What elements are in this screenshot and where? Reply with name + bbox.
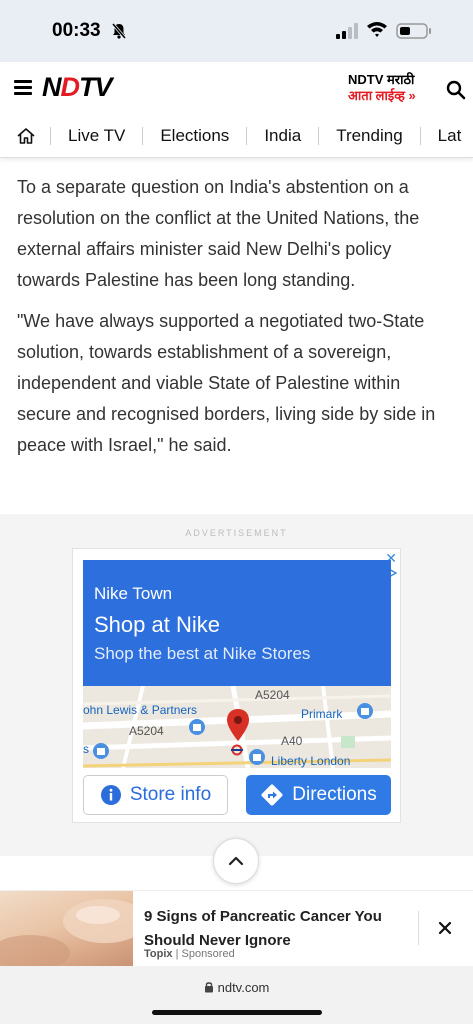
home-indicator <box>152 1010 322 1015</box>
directions-button[interactable]: Directions <box>246 775 391 815</box>
search-icon[interactable] <box>446 80 466 100</box>
directions-icon <box>261 784 283 806</box>
info-icon <box>100 785 121 805</box>
browser-url-bar[interactable]: ndtv.com <box>0 966 473 1024</box>
map-label-john-lewis: ohn Lewis & Partners <box>83 703 198 717</box>
ad-banner[interactable]: Nike Town Shop at Nike Shop the best at … <box>83 560 391 686</box>
nav-trending[interactable]: Trending <box>318 127 419 145</box>
marathi-title: NDTV मराठी <box>348 72 415 87</box>
map-label-primark: Primark <box>301 707 343 721</box>
bell-muted-icon <box>111 23 127 39</box>
site-header: NDTV NDTV मराठी आता लाईव्ह » <box>0 62 473 114</box>
shopping-pin-icon <box>93 743 109 759</box>
sponsored-title[interactable]: 9 Signs of Pancreatic Cancer You Should … <box>144 905 404 953</box>
ad-headline: Shop at Nike <box>94 612 220 637</box>
nav-elections[interactable]: Elections <box>142 127 246 145</box>
url-domain: ndtv.com <box>217 980 270 995</box>
article-paragraph: "We have always supported a negotiated t… <box>17 311 436 455</box>
sponsored-thumbnail[interactable] <box>0 891 133 967</box>
home-icon[interactable] <box>16 126 36 146</box>
advertisement-section: ADVERTISEMENT ✕ Nike Town Shop at Nike S… <box>0 514 473 856</box>
sponsored-source: Topix <box>144 948 173 960</box>
article-body: To a separate question on India's absten… <box>17 172 457 471</box>
status-bar: 00:33 <box>0 0 473 62</box>
map-label-a5204-left: A5204 <box>129 724 164 738</box>
location-pin-icon <box>227 709 249 741</box>
shopping-pin-icon <box>189 719 205 735</box>
ad-label: ADVERTISEMENT <box>185 528 288 538</box>
ndtv-marathi-link[interactable]: NDTV मराठी आता लाईव्ह » <box>348 72 416 104</box>
shopping-pin-icon <box>357 703 373 719</box>
map-label-a40: A40 <box>281 734 303 748</box>
sponsored-meta: Topix | Sponsored <box>144 948 235 960</box>
ndtv-logo[interactable]: NDTV <box>42 72 113 103</box>
sponsored-tag: | Sponsored <box>175 948 235 960</box>
chevron-up-icon <box>228 856 244 866</box>
nav-live-tv[interactable]: Live TV <box>50 127 142 145</box>
nav-latest[interactable]: Lat <box>419 127 473 145</box>
status-time: 00:33 <box>52 20 101 41</box>
divider <box>418 911 419 945</box>
main-nav: Live TV Elections India Trending Lat <box>0 114 473 158</box>
finger-image <box>0 899 133 967</box>
map-label-a5204-top: A5204 <box>255 688 290 702</box>
ad-card[interactable]: ✕ Nike Town Shop at Nike Shop the best a… <box>72 548 401 823</box>
ad-map[interactable]: A5204 ohn Lewis & Partners A5204 Primark… <box>83 686 391 768</box>
ad-store-name: Nike Town <box>94 584 173 603</box>
map-label-liberty: Liberty London <box>271 754 351 768</box>
battery-icon <box>396 23 431 39</box>
underground-icon <box>231 744 243 756</box>
wifi-icon <box>367 22 387 37</box>
signal-icon <box>336 23 358 39</box>
lock-icon <box>204 982 213 993</box>
ad-subline: Shop the best at Nike Stores <box>94 644 311 663</box>
shopping-pin-icon <box>249 749 265 765</box>
nav-india[interactable]: India <box>246 127 318 145</box>
store-info-button[interactable]: Store info <box>83 775 228 815</box>
directions-label: Directions <box>292 784 377 805</box>
url-display[interactable]: ndtv.com <box>0 980 473 995</box>
menu-icon[interactable] <box>14 80 32 96</box>
scroll-up-button[interactable] <box>213 838 259 884</box>
map-label-s: s <box>83 742 89 756</box>
sponsored-banner[interactable]: 9 Signs of Pancreatic Cancer You Should … <box>0 890 473 967</box>
article-paragraph: To a separate question on India's absten… <box>17 177 420 290</box>
store-info-label: Store info <box>129 784 212 805</box>
marathi-live: आता लाईव्ह » <box>348 88 416 103</box>
close-icon[interactable] <box>436 919 454 937</box>
